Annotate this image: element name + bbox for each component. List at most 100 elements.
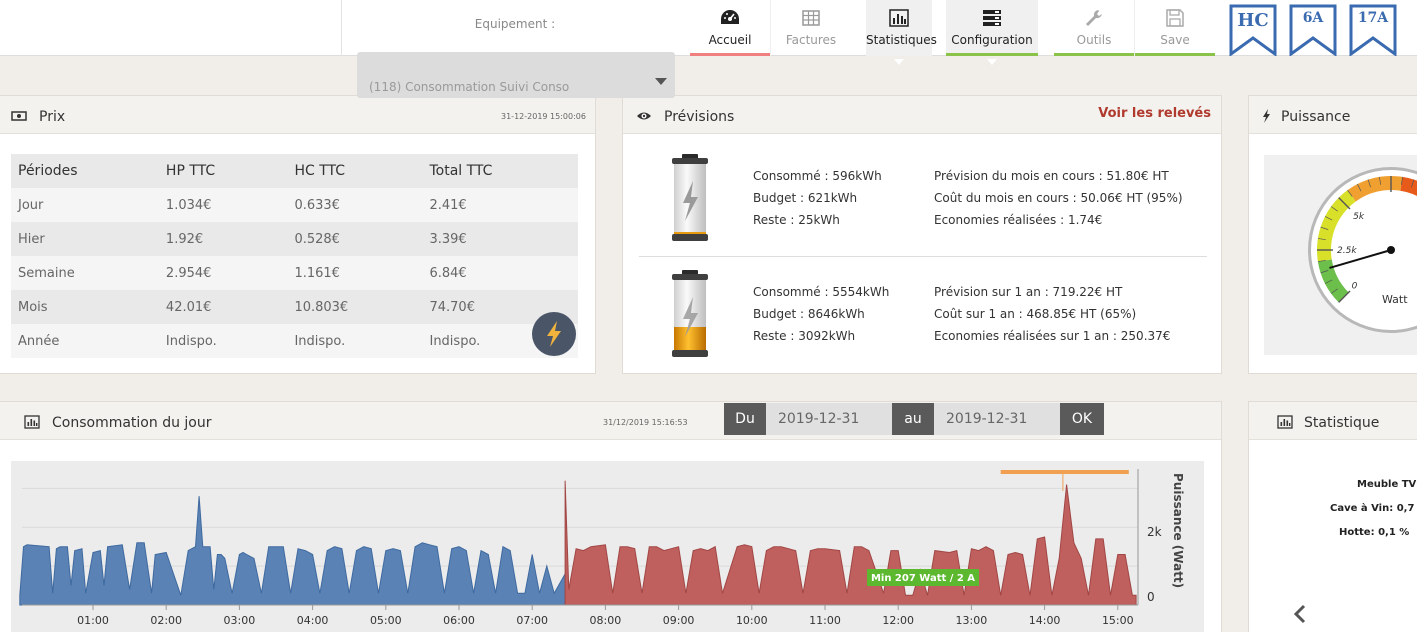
au-label: au: [892, 403, 934, 435]
table-cell: Indispo.: [294, 333, 346, 349]
ok-button[interactable]: OK: [1060, 403, 1104, 435]
lightning-icon: [547, 321, 561, 347]
battery-year-icon: [672, 270, 708, 357]
tab-label: Save: [1160, 33, 1190, 47]
tab-underline: [690, 53, 770, 56]
equipment-select[interactable]: (118) Consommation Suivi Conso: [357, 52, 675, 98]
tab-accueil[interactable]: Accueil: [690, 0, 770, 56]
series-area-hp: [564, 480, 1137, 606]
tab-label: Statistiques: [866, 33, 937, 47]
y-tick-label: 0: [1147, 590, 1155, 604]
tab-label: Outils: [1076, 33, 1112, 47]
consumption-chart: 01:00 02:00 03:00 04:00 05:00 06:00 07:00 08:00…: [11, 461, 1204, 632]
chevron-left-icon[interactable]: [1293, 604, 1307, 624]
tab-save[interactable]: Save: [1135, 0, 1215, 56]
column-header: Total TTC: [429, 163, 493, 179]
table-cell: 1.92€: [165, 231, 204, 247]
x-tick-label: 11:00: [809, 614, 841, 627]
x-tick-label: 05:00: [370, 614, 402, 627]
table-cell: 2.41€: [429, 197, 467, 213]
intensity-6a-badge: 6A: [1289, 4, 1337, 56]
gauge-tick-label: 5k: [1353, 212, 1365, 222]
prix-panel: Prix 31-12-2019 15:00:06 Périodes HP TTC…: [0, 95, 596, 374]
x-tick-label: 02:00: [150, 614, 182, 627]
month-remaining: Reste : 25kWh: [753, 213, 840, 227]
table-cell: 1.161€: [294, 265, 340, 281]
table-cell: Indispo.: [165, 333, 217, 349]
eye-icon: [637, 112, 651, 120]
prix-table: Périodes HP TTC HC TTC Total TTC Jour 1.…: [11, 154, 578, 358]
tab-label: Configuration: [951, 33, 1033, 47]
tab-factures[interactable]: Factures: [771, 0, 851, 56]
du-label: Du: [724, 403, 766, 435]
gauge-unit: Watt: [1382, 293, 1408, 306]
x-tick-label: 15:00: [1102, 614, 1134, 627]
year-savings: Economies réalisées sur 1 an : 250.37€: [934, 329, 1171, 343]
power-gauge-container: 0 2.5k 5k Watt: [1264, 155, 1417, 355]
table-icon: [802, 10, 820, 26]
table-cell: Année: [18, 333, 60, 349]
tab-underline: [1054, 53, 1134, 56]
year-remaining: Reste : 3092kWh: [753, 329, 856, 343]
min-annotation-text: Min 207 Watt / 2 A: [871, 573, 975, 584]
voir-releves-link[interactable]: Voir les relevés: [1098, 106, 1211, 121]
tab-label: Accueil: [708, 33, 752, 47]
bar-chart-icon: [1277, 415, 1293, 429]
table-row: Semaine 2.954€ 1.161€ 6.84€: [11, 256, 578, 290]
month-consumption-block: Consommé : 596kWh Budget : 621kWh Reste …: [753, 165, 882, 231]
table-cell: 1.034€: [165, 197, 212, 213]
year-forecast: Prévision sur 1 an : 719.22€ HT: [934, 285, 1123, 299]
year-consumption-block: Consommé : 5554kWh Budget : 8646kWh Rest…: [753, 281, 889, 347]
stat-item: Hotte: 0,1 %: [1339, 527, 1410, 538]
x-tick-label: 14:00: [1029, 614, 1061, 627]
puissance-title: Puissance: [1281, 109, 1351, 125]
x-tick-label: 06:00: [443, 614, 475, 627]
consommation-date: 31/12/2019 15:16:53: [603, 418, 688, 427]
table-cell: 0.633€: [294, 197, 340, 213]
dashboard-icon: [721, 10, 739, 24]
server-icon: [983, 10, 1001, 26]
month-savings: Economies réalisées : 1.74€: [934, 213, 1103, 227]
tab-configuration[interactable]: Configuration: [946, 0, 1038, 65]
date-from-input[interactable]: 2019-12-31: [766, 403, 892, 435]
table-row: Jour 1.034€ 0.633€ 2.41€: [11, 188, 578, 222]
x-tick-label: 13:00: [956, 614, 988, 627]
series-area-hc: [19, 496, 566, 606]
wrench-icon: [1086, 10, 1102, 26]
puissance-panel-header: Puissance: [1249, 96, 1417, 134]
tab-underline: [946, 53, 1038, 56]
date-to-input[interactable]: 2019-12-31: [934, 403, 1060, 435]
x-tick-label: 08:00: [590, 614, 622, 627]
x-tick-label: 03:00: [224, 614, 256, 627]
month-forecast-block: Prévision du mois en cours : 51.80€ HT C…: [934, 165, 1183, 231]
gauge-tick-label: 2.5k: [1337, 246, 1357, 256]
floppy-icon: [1166, 9, 1184, 27]
table-cell: Semaine: [18, 265, 75, 281]
table-cell: 10.803€: [294, 299, 349, 315]
chevron-down-icon: [655, 78, 667, 85]
stat-item: Meuble TV:: [1357, 479, 1417, 490]
month-cost: Coût du mois en cours : 50.06€ HT (95%): [934, 191, 1183, 205]
badge-hc-text: HC: [1237, 10, 1268, 31]
table-header-row: Périodes HP TTC HC TTC Total TTC: [11, 154, 578, 188]
statistique-title: Statistique: [1304, 415, 1380, 431]
gauge-tick-label: 0: [1352, 281, 1358, 291]
top-navbar: Equipement : Accueil Factures Statistiqu…: [0, 0, 1417, 65]
column-header: Périodes: [18, 163, 78, 179]
y-tick-label: 2k: [1147, 525, 1162, 539]
x-tick-label: 04:00: [297, 614, 329, 627]
tab-outils[interactable]: Outils: [1054, 0, 1134, 56]
lightning-button[interactable]: [532, 312, 576, 356]
previsions-title: Prévisions: [664, 109, 735, 125]
tab-statistiques[interactable]: Statistiques: [866, 0, 937, 65]
statistique-panel: Statistique Meuble TV: Cave à Vin: 0,7 %…: [1248, 401, 1417, 632]
puissance-panel: Puissance 0 2.5k 5k Watt: [1248, 95, 1417, 374]
previsions-panel-header: Prévisions Voir les relevés: [623, 96, 1221, 134]
table-cell: 3.39€: [429, 231, 467, 247]
bar-chart-icon: [24, 415, 40, 429]
column-header: HP TTC: [165, 163, 216, 179]
month-forecast: Prévision du mois en cours : 51.80€ HT: [934, 169, 1169, 183]
dropdown-caret: [894, 59, 904, 65]
statistique-panel-header: Statistique: [1249, 402, 1417, 440]
year-forecast-block: Prévision sur 1 an : 719.22€ HT Coût sur…: [934, 281, 1170, 347]
